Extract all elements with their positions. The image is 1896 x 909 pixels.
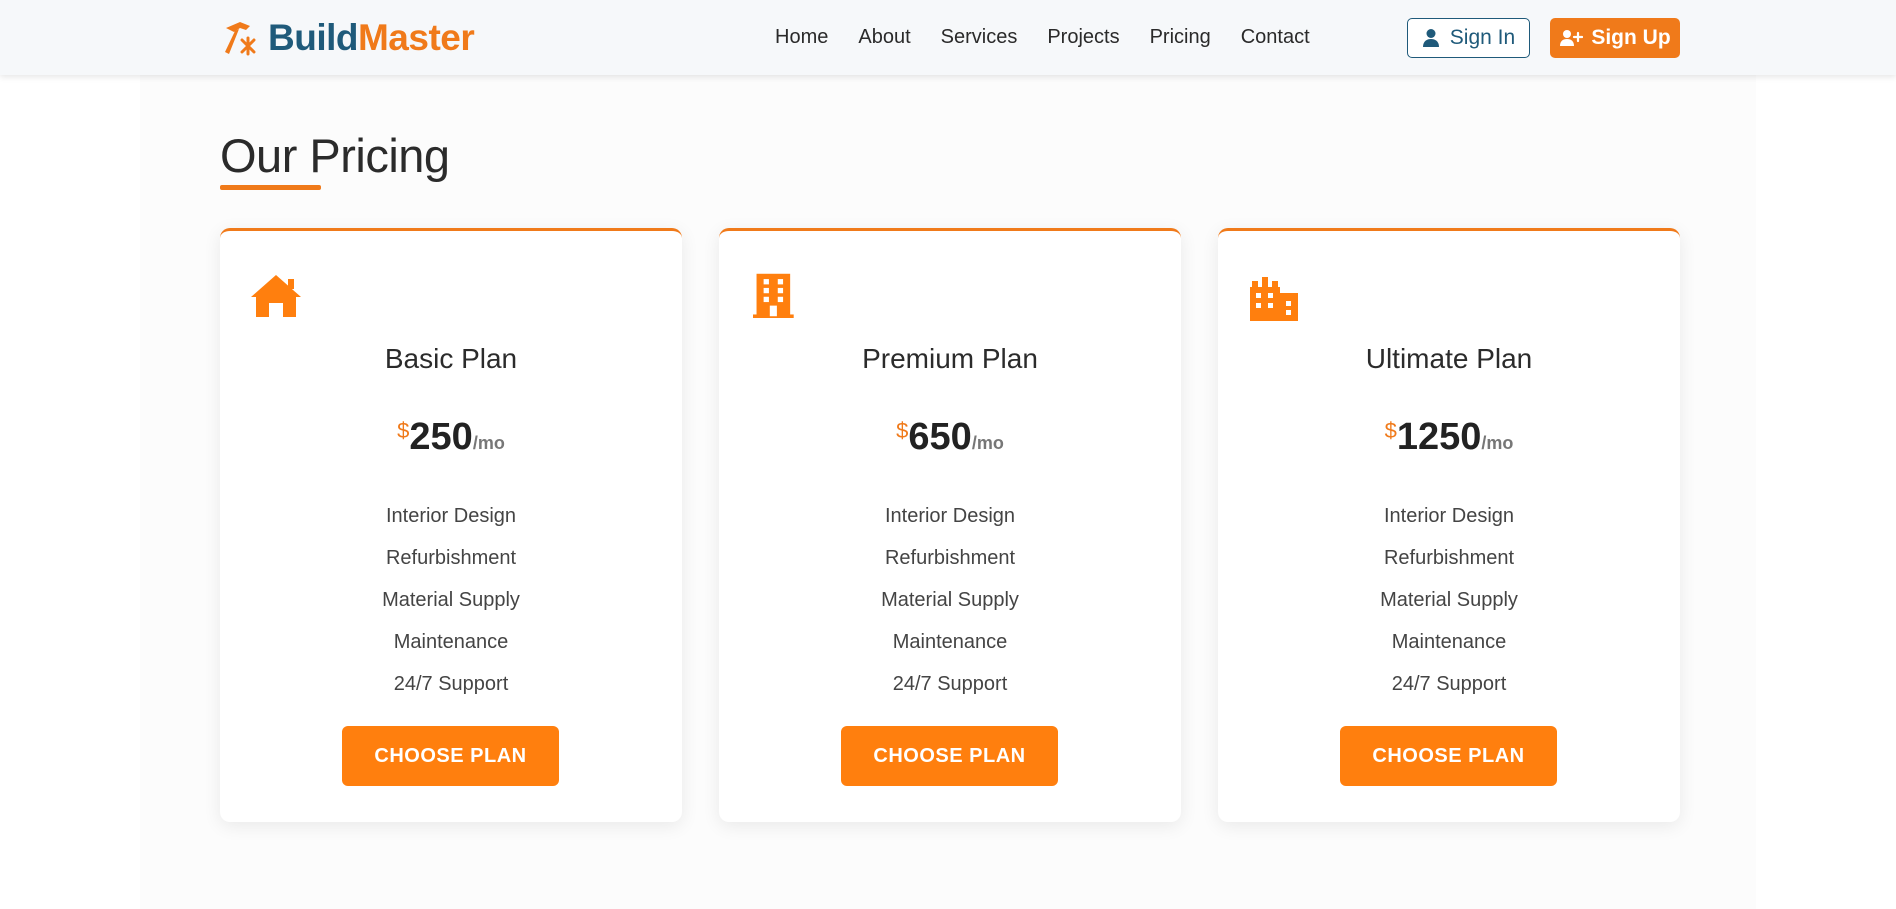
title-underline — [220, 185, 321, 190]
plan-price: $250/mo — [220, 416, 682, 459]
brand-name: BuildMaster — [268, 17, 475, 59]
price-amount: 1250 — [1396, 416, 1482, 458]
feature-item: 24/7 Support — [892, 673, 1008, 695]
feature-item: Material Supply — [382, 589, 520, 611]
sign-in-label: Sign In — [1449, 26, 1516, 49]
nav-services[interactable]: Services — [941, 26, 1018, 49]
feature-item: 24/7 Support — [1391, 673, 1507, 695]
feature-item: Refurbishment — [385, 547, 517, 569]
feature-item: Refurbishment — [1383, 547, 1515, 569]
price-currency: $ — [1384, 418, 1397, 443]
feature-item: Maintenance — [393, 631, 509, 653]
building-icon — [753, 273, 794, 318]
brand-name-part1: Build — [268, 17, 358, 58]
price-amount: 650 — [908, 416, 972, 458]
choose-plan-button[interactable]: CHOOSE PLAN — [841, 726, 1058, 786]
brand-logo[interactable]: BuildMaster — [220, 16, 475, 60]
price-currency: $ — [896, 418, 909, 443]
price-currency: $ — [397, 418, 410, 443]
section-title: Our Pricing — [220, 129, 450, 182]
feature-list: Interior Design Refurbishment Material S… — [719, 495, 1181, 705]
plan-name: Ultimate Plan — [1365, 343, 1533, 374]
feature-item: Interior Design — [884, 505, 1016, 527]
feature-item: Maintenance — [892, 631, 1008, 653]
site-header: BuildMaster Home About Services Projects… — [0, 0, 1896, 75]
feature-item: Maintenance — [1391, 631, 1507, 653]
pricing-card-basic: Basic Plan $250/mo Interior Design Refur… — [220, 228, 682, 822]
feature-item: Material Supply — [1380, 589, 1518, 611]
house-icon — [251, 275, 301, 317]
sign-up-button[interactable]: Sign Up — [1550, 18, 1680, 58]
nav-contact[interactable]: Contact — [1241, 26, 1310, 49]
feature-list: Interior Design Refurbishment Material S… — [1218, 495, 1680, 705]
user-plus-icon — [1560, 30, 1584, 46]
main-nav: Home About Services Projects Pricing Con… — [775, 0, 1310, 75]
feature-item: 24/7 Support — [393, 673, 509, 695]
choose-plan-button[interactable]: CHOOSE PLAN — [1340, 726, 1557, 786]
price-period: /mo — [1481, 433, 1514, 453]
nav-about[interactable]: About — [858, 26, 910, 49]
price-period: /mo — [472, 433, 505, 453]
plan-name: Basic Plan — [384, 343, 518, 374]
feature-item: Material Supply — [881, 589, 1019, 611]
feature-item: Interior Design — [385, 505, 517, 527]
pricing-card-premium: Premium Plan $650/mo Interior Design Ref… — [719, 228, 1181, 822]
plan-price: $1250/mo — [1218, 416, 1680, 459]
sign-up-label: Sign Up — [1591, 26, 1671, 49]
nav-pricing[interactable]: Pricing — [1150, 26, 1211, 49]
nav-home[interactable]: Home — [775, 26, 828, 49]
feature-item: Refurbishment — [884, 547, 1016, 569]
feature-item: Interior Design — [1383, 505, 1515, 527]
hammer-icon — [225, 22, 256, 56]
city-icon — [1250, 277, 1298, 321]
feature-list: Interior Design Refurbishment Material S… — [220, 495, 682, 705]
plan-price: $650/mo — [719, 416, 1181, 459]
sign-in-button[interactable]: Sign In — [1407, 18, 1530, 58]
choose-plan-button[interactable]: CHOOSE PLAN — [342, 726, 559, 786]
price-period: /mo — [971, 433, 1004, 453]
brand-name-part2: Master — [357, 17, 475, 58]
user-icon — [1422, 29, 1439, 47]
nav-projects[interactable]: Projects — [1047, 26, 1119, 49]
plan-name: Premium Plan — [862, 343, 1038, 374]
price-amount: 250 — [409, 416, 473, 458]
pricing-card-ultimate: Ultimate Plan $1250/mo Interior Design R… — [1218, 228, 1680, 822]
